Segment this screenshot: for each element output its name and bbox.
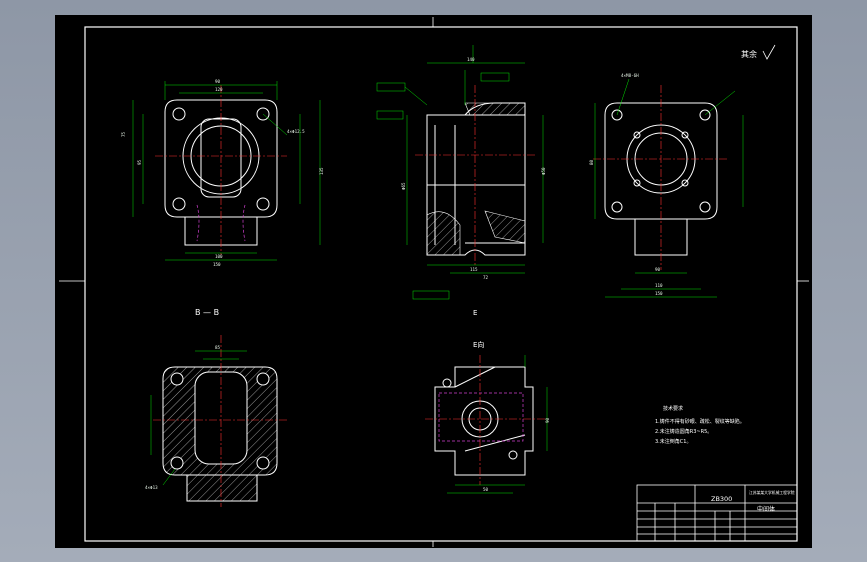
view-label-e: E向 — [473, 340, 484, 349]
dim-left-h2: 95 — [137, 159, 142, 165]
dim-bb-w: 85 — [215, 345, 221, 350]
dim-e-h: 90 — [545, 417, 550, 423]
top-view-left: 90 120 75 95 135 100 150 4×Φ12.5 — [121, 79, 324, 267]
dim-right-w: 90 — [655, 267, 661, 272]
tech-req-line-3: 3.未注倒角C1。 — [655, 438, 691, 445]
view-e: E向 50 90 — [425, 340, 550, 494]
dim-right-w2: 110 — [655, 283, 663, 288]
dim-top-w2: 120 — [215, 87, 223, 92]
tech-req-title: 技术要求 — [663, 405, 683, 412]
section-view-center: 140 Φ50 Φ65 115 72 E — [376, 45, 546, 317]
title-drawing-no: ZB300 — [711, 495, 732, 503]
roughness-symbol-icon — [762, 44, 776, 60]
dim-right-h: 80 — [589, 159, 594, 165]
dim-section-bore2: Φ65 — [401, 182, 406, 190]
dim-right-w3: 150 — [655, 291, 663, 296]
dim-left-h3: 135 — [319, 167, 324, 175]
dim-e-w: 50 — [483, 487, 489, 492]
section-view-bb: B — B 85 4×Φ13 — [145, 308, 287, 507]
title-block: ZB300 中间体 江苏某某大学机械工程学院 — [636, 484, 798, 542]
side-view-right: 4×M8-6H 90 110 150 80 其余 — [589, 44, 776, 298]
dim-section-bore: Φ50 — [541, 167, 546, 175]
dim-section-top: 140 — [467, 57, 475, 62]
dim-hole-note: 4×Φ12.5 — [287, 129, 305, 134]
dim-top-w: 90 — [215, 79, 221, 84]
drawing-sheet: 90 120 75 95 135 100 150 4×Φ12.5 140 Φ50… — [55, 15, 812, 548]
dim-bb-hole: 4×Φ13 — [145, 485, 158, 490]
title-part-name: 中间体 — [757, 505, 775, 513]
section-label-bb: B — B — [195, 308, 219, 317]
engineering-drawing: 90 120 75 95 135 100 150 4×Φ12.5 140 Φ50… — [59, 17, 809, 547]
dim-bottom-w2: 150 — [213, 262, 221, 267]
dim-section-bottom2: 72 — [483, 275, 489, 280]
dim-section-bottom: 115 — [470, 267, 478, 272]
dim-right-top: 4×M8-6H — [621, 73, 639, 78]
dim-left-h1: 75 — [121, 131, 126, 137]
view-mark-e: E — [473, 309, 477, 317]
roughness-note: 其余 — [741, 49, 757, 59]
tech-req-line-2: 2.未注铸造圆角R3~R5。 — [655, 428, 712, 435]
dim-bottom-w: 100 — [215, 254, 223, 259]
title-school: 江苏某某大学机械工程学院 — [749, 490, 795, 495]
technical-requirements: 技术要求 1.铸件不得有砂眼、疏松、裂纹等缺陷。 2.未注铸造圆角R3~R5。 … — [655, 405, 745, 445]
tech-req-line-1: 1.铸件不得有砂眼、疏松、裂纹等缺陷。 — [655, 418, 745, 425]
